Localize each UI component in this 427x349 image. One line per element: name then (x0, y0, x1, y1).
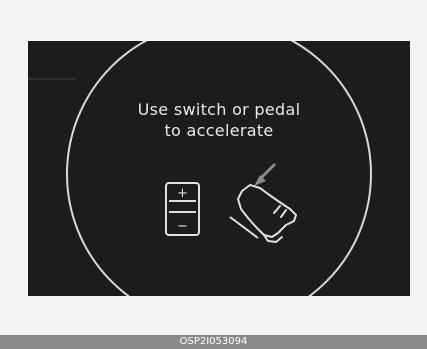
switch-icon: + − (165, 182, 200, 236)
manual-figure: + − Use switch or pedal to accelerate (0, 0, 427, 335)
instrument-cluster-display: + − Use switch or pedal to accelerate (28, 41, 410, 296)
display-graphics: + − (28, 41, 372, 296)
message-line-1: Use switch or pedal (137, 100, 301, 119)
gauge-ring (66, 41, 372, 296)
arrow-icon (254, 162, 277, 186)
accelerate-message: Use switch or pedal to accelerate (94, 99, 344, 141)
switch-plus-label: + (177, 186, 188, 201)
switch-minus-label: − (177, 219, 188, 234)
foot-icon (237, 184, 297, 243)
message-line-2: to accelerate (164, 121, 274, 140)
figure-code-caption: OSP2I053094 (0, 335, 427, 349)
pedal-icon (229, 216, 259, 239)
